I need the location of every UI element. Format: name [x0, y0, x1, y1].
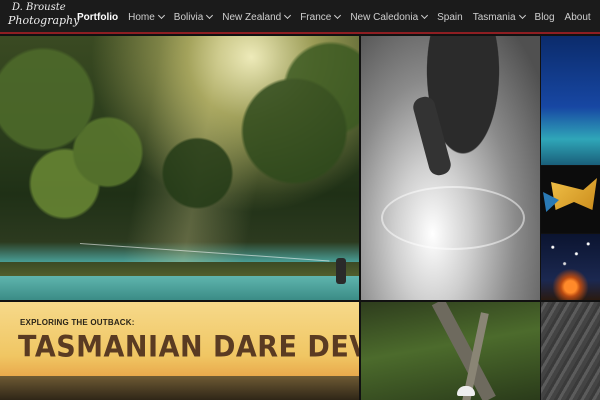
river-water [0, 276, 359, 300]
chevron-down-icon [206, 11, 214, 20]
photo-tile-bw-angler[interactable] [361, 36, 540, 300]
nav-item-bolivia[interactable]: Bolivia [173, 11, 214, 23]
nav-item-blog[interactable]: Blog [535, 12, 555, 23]
forest-canopy [0, 36, 359, 248]
post-kicker: EXPLORING THE OUTBACK: [20, 318, 135, 327]
logo-line-1: D. Brouste [12, 2, 66, 13]
angler-figure [336, 258, 346, 284]
nav-item-portfolio[interactable]: Portfolio [77, 12, 118, 23]
top-navbar: D. Brouste Photography Portfolio Home Bo… [0, 0, 600, 34]
chevron-down-icon [334, 11, 342, 20]
photo-tile-forest-trail[interactable] [361, 302, 540, 400]
nav-label: New Caledonia [350, 11, 419, 23]
water-ripple [381, 186, 525, 250]
nav-item-spain[interactable]: Spain [437, 12, 463, 23]
nav-item-new-zealand[interactable]: New Zealand [222, 11, 292, 23]
photo-tile-gray-texture[interactable] [541, 302, 600, 400]
photo-tile-forest-river[interactable] [0, 36, 359, 300]
nav-item-home[interactable]: Home [128, 11, 165, 23]
photo-tile-fish-tail[interactable] [541, 166, 600, 233]
featured-post-tile[interactable]: EXPLORING THE OUTBACK: TASMANIAN DARE DE… [0, 302, 359, 400]
nav-label: Blog [534, 11, 555, 23]
nav-label: Tasmania [472, 11, 516, 23]
post-headline: TASMANIAN DARE DEVILS [18, 330, 359, 365]
nav-item-new-caledonia[interactable]: New Caledonia [350, 11, 429, 23]
nav-label: Bolivia [173, 11, 204, 23]
chevron-down-icon [157, 11, 165, 20]
fish-fin [551, 178, 597, 210]
nav-label: Home [128, 11, 155, 23]
logo-line-2: Photography [8, 14, 80, 27]
main-menu: Portfolio Home Bolivia New Zealand Franc… [77, 0, 600, 34]
nav-label: New Zealand [222, 11, 282, 23]
outback-hills [0, 376, 359, 400]
nav-item-about[interactable]: About [565, 12, 591, 23]
site-logo[interactable]: D. Brouste Photography [6, 2, 79, 32]
nav-item-france[interactable]: France [300, 11, 342, 23]
night-stars [541, 234, 600, 300]
photo-tile-night-tent[interactable] [541, 234, 600, 300]
chevron-down-icon [284, 11, 292, 20]
nav-label: Spain [437, 11, 463, 23]
nav-label: Portfolio [77, 11, 119, 23]
chevron-down-icon [518, 11, 526, 20]
hiker-cap [457, 386, 475, 396]
photo-tile-ocean[interactable] [541, 36, 600, 165]
nav-item-tasmania[interactable]: Tasmania [472, 11, 526, 23]
chevron-down-icon [421, 11, 429, 20]
nav-label: France [300, 11, 332, 23]
nav-label: About [564, 11, 591, 23]
